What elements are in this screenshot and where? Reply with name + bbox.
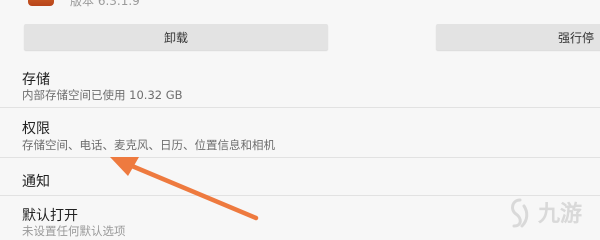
- app-version: 版本 6.3.1.9: [70, 0, 140, 8]
- app-icon: [28, 0, 54, 6]
- app-header: 版本 6.3.1.9: [0, 0, 600, 18]
- watermark-logo: 九游: [511, 198, 582, 228]
- settings-item-subtitle: 内部存储空间已使用 10.32 GB: [22, 88, 183, 102]
- settings-item-title: 存储: [22, 72, 50, 88]
- watermark-text: 九游: [537, 201, 582, 227]
- uninstall-button[interactable]: 卸载: [24, 24, 328, 50]
- app-info-screen: 版本 6.3.1.9 卸载 强行停 存储 内部存储空间已使用 10.32 GB …: [0, 0, 600, 240]
- settings-item-title: 默认打开: [22, 208, 78, 224]
- settings-item-title: 权限: [22, 121, 50, 137]
- settings-item-subtitle: 未设置任何默认选项: [22, 224, 126, 238]
- settings-item-title: 通知: [22, 174, 50, 190]
- settings-item-storage[interactable]: 存储 内部存储空间已使用 10.32 GB: [0, 58, 600, 108]
- settings-item-permissions[interactable]: 权限 存储空间、电话、麦克风、日历、位置信息和相机: [0, 108, 600, 158]
- settings-item-subtitle: 存储空间、电话、麦克风、日历、位置信息和相机: [22, 138, 275, 152]
- settings-item-notifications[interactable]: 通知: [0, 158, 600, 196]
- force-stop-button[interactable]: 强行停: [436, 24, 600, 50]
